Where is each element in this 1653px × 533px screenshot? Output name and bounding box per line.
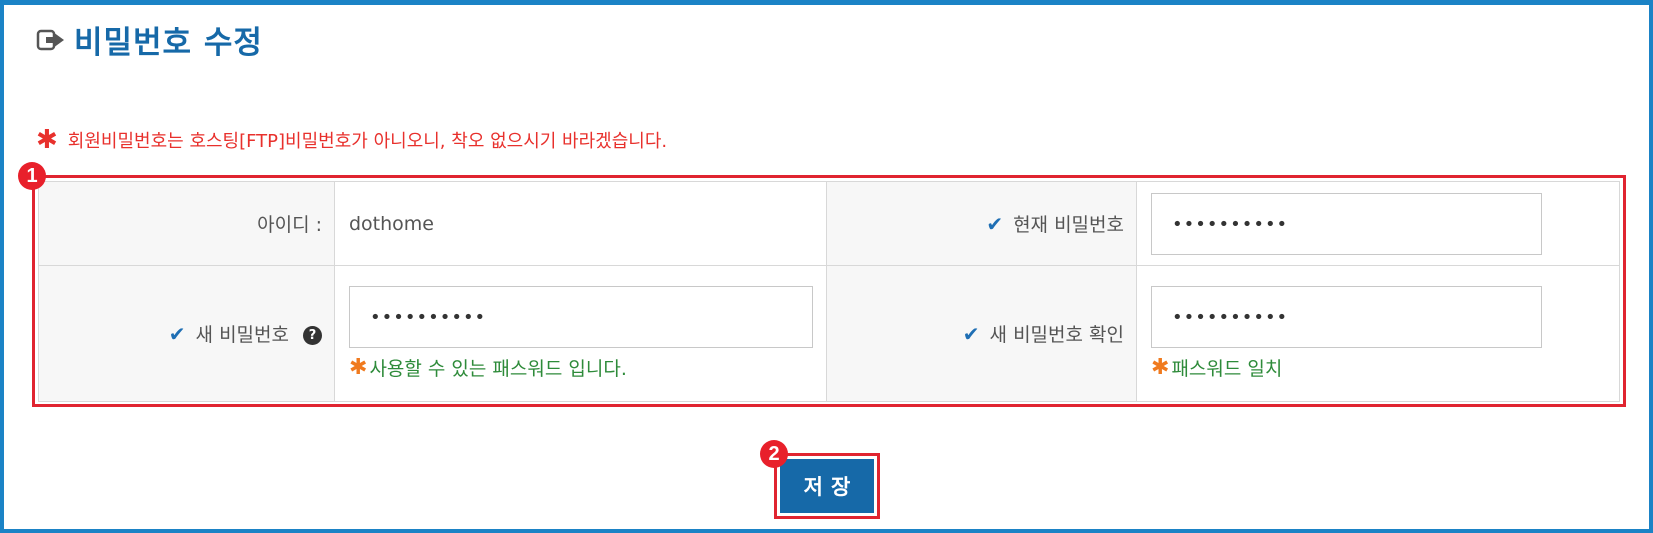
- current-password-cell: ••••••••••: [1136, 181, 1620, 266]
- callout-badge-1: 1: [18, 162, 46, 190]
- confirm-password-label: 새 비밀번호 확인: [989, 324, 1124, 346]
- new-password-hint-text: 사용할 수 있는 패스워드 입니다.: [369, 358, 627, 380]
- exit-arrow-icon: [36, 27, 66, 53]
- confirm-password-hint-text: 패스워드 일치: [1171, 358, 1283, 380]
- current-password-label-cell: ✔ 현재 비밀번호: [826, 181, 1137, 266]
- page-header: 비밀번호 수정: [36, 17, 263, 62]
- new-password-label-cell: ✔ 새 비밀번호?: [38, 265, 335, 402]
- asterisk-icon: ✱: [1151, 355, 1170, 380]
- notice-message: ✱ 회원비밀번호는 호스팅[FTP]비밀번호가 아니오니, 착오 없으시기 바라…: [36, 127, 667, 153]
- page-frame: 비밀번호 수정 ✱ 회원비밀번호는 호스팅[FTP]비밀번호가 아니오니, 착오…: [0, 0, 1653, 533]
- save-button-highlight: 저장: [774, 453, 880, 519]
- id-value: dothome: [349, 212, 434, 235]
- id-label: 아이디 :: [257, 214, 322, 236]
- checkmark-icon: ✔: [986, 212, 1004, 236]
- id-value-cell: dothome: [334, 181, 827, 266]
- confirm-password-cell: •••••••••• ✱ 패스워드 일치: [1136, 265, 1620, 402]
- asterisk-icon: ✱: [349, 355, 368, 380]
- new-password-cell: •••••••••• ✱ 사용할 수 있는 패스워드 입니다.: [334, 265, 827, 402]
- confirm-password-label-cell: ✔ 새 비밀번호 확인: [826, 265, 1137, 402]
- checkmark-icon: ✔: [168, 322, 186, 346]
- checkmark-icon: ✔: [962, 322, 980, 346]
- new-password-input[interactable]: ••••••••••: [349, 286, 813, 348]
- save-button[interactable]: 저장: [780, 459, 874, 513]
- password-form-table: 아이디 : dothome ✔ 현재 비밀번호 •••••••••• ✔ 새 비밀번…: [38, 181, 1620, 402]
- asterisk-icon: ✱: [36, 125, 58, 155]
- page-title: 비밀번호 수정: [74, 25, 263, 61]
- new-password-hint: ✱ 사용할 수 있는 패스워드 입니다.: [349, 354, 825, 381]
- id-label-cell: 아이디 :: [38, 181, 335, 266]
- notice-text: 회원비밀번호는 호스팅[FTP]비밀번호가 아니오니, 착오 없으시기 바라겠습…: [67, 131, 668, 152]
- current-password-input[interactable]: ••••••••••: [1151, 192, 1542, 255]
- current-password-label: 현재 비밀번호: [1013, 214, 1124, 236]
- password-form: 아이디 : dothome ✔ 현재 비밀번호 •••••••••• ✔ 새 비밀번…: [32, 175, 1626, 407]
- question-circle-icon[interactable]: ?: [303, 326, 322, 345]
- confirm-password-input[interactable]: ••••••••••: [1151, 286, 1542, 348]
- callout-badge-2: 2: [760, 440, 788, 468]
- confirm-password-hint: ✱ 패스워드 일치: [1151, 354, 1618, 381]
- new-password-label: 새 비밀번호: [195, 324, 289, 346]
